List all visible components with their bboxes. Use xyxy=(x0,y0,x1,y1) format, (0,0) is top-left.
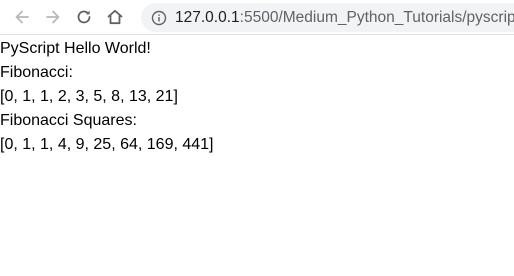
fibonacci-label: Fibonacci: xyxy=(0,64,73,81)
fibonacci-values: [0, 1, 1, 2, 3, 5, 8, 13, 21] xyxy=(0,88,178,105)
page-content: PyScript Hello World! Fibonacci: [0, 1, … xyxy=(0,35,514,157)
arrow-right-icon xyxy=(46,10,60,24)
address-bar[interactable]: 127.0.0.1:5500/Medium_Python_Tutorials/p… xyxy=(141,3,514,32)
reload-button[interactable] xyxy=(73,6,95,28)
browser-toolbar: 127.0.0.1:5500/Medium_Python_Tutorials/p… xyxy=(0,0,514,35)
arrow-left-icon xyxy=(15,10,29,24)
fibonacci-squares-label: Fibonacci Squares: xyxy=(0,112,137,129)
url-text: 127.0.0.1:5500/Medium_Python_Tutorials/p… xyxy=(175,9,514,27)
back-button[interactable] xyxy=(11,6,33,28)
home-button[interactable] xyxy=(104,6,126,28)
info-icon[interactable] xyxy=(151,10,167,26)
reload-icon xyxy=(77,10,91,24)
forward-button[interactable] xyxy=(42,6,64,28)
page-heading: PyScript Hello World! xyxy=(0,40,151,57)
url-path: :5500/Medium_Python_Tutorials/pyscript_ xyxy=(239,8,514,26)
fibonacci-squares-values: [0, 1, 1, 4, 9, 25, 64, 169, 441] xyxy=(0,136,214,153)
home-icon xyxy=(107,9,123,25)
url-host: 127.0.0.1 xyxy=(175,8,240,26)
